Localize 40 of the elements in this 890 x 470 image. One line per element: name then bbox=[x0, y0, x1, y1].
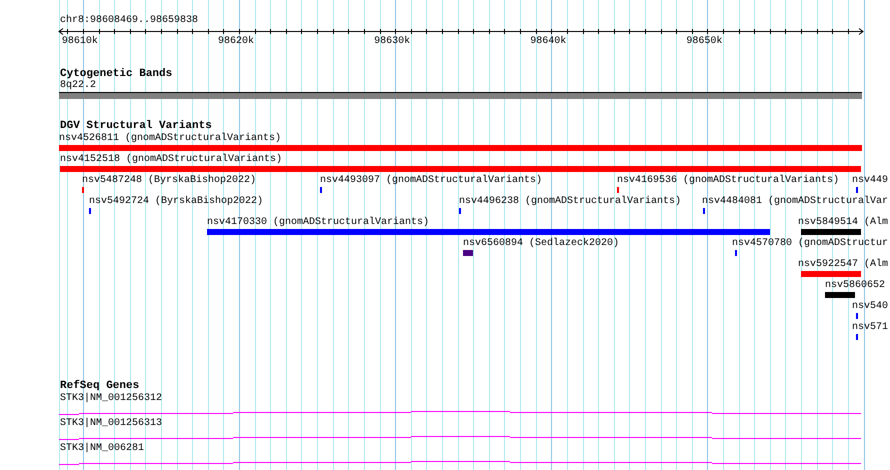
track-title: Cytogenetic Bands bbox=[60, 68, 172, 80]
variant-label: nsv4169536 (gnomADStructuralVariants) bbox=[617, 175, 840, 186]
track-title: RefSeq Genes bbox=[60, 380, 140, 392]
tick-label: 98640k bbox=[530, 36, 566, 47]
variant-bar[interactable] bbox=[825, 292, 855, 298]
gene-label: STK3|NM_006281 bbox=[60, 443, 144, 455]
region-label: chr8:98608469..98659838 bbox=[60, 14, 198, 26]
variant-label: nsv6560894 (Sedlazeck2020) bbox=[463, 238, 620, 249]
variant-bar[interactable] bbox=[207, 229, 770, 235]
variant-label: nsv4526811 (gnomADStructuralVariants) bbox=[59, 133, 282, 144]
variant-label: nsv5487248 (ByrskaBishop2022) bbox=[82, 175, 256, 186]
gene-label: STK3|NM_001256313 bbox=[60, 418, 162, 430]
variant-label: nsv4570780 (gnomADStructur bbox=[732, 238, 888, 249]
variant-label: nsv5860652 bbox=[825, 280, 886, 291]
gene-label: STK3|NM_001256312 bbox=[60, 393, 162, 405]
gene-line[interactable] bbox=[58, 411, 862, 415]
variant-label: nsv5492724 (ByrskaBishop2022) bbox=[89, 196, 264, 207]
variant-bar[interactable] bbox=[801, 271, 861, 277]
variant-label: nsv4170330 (gnomADStructuralVariants) bbox=[207, 217, 430, 228]
variant-label: nsv571 bbox=[852, 322, 888, 333]
variant-bar[interactable] bbox=[60, 166, 861, 172]
track-title: DGV Structural Variants bbox=[60, 120, 212, 132]
variant-bar[interactable] bbox=[59, 145, 862, 151]
variant-label: nsv4493097 (gnomADStructuralVariants) bbox=[320, 175, 542, 186]
tick-label: 98630k bbox=[374, 36, 410, 47]
gene-line[interactable] bbox=[58, 436, 862, 440]
tick-label: 98620k bbox=[218, 36, 254, 47]
tick-label: 98650k bbox=[686, 36, 722, 47]
variant-label: nsv4152518 (gnomADStructuralVariants) bbox=[60, 154, 282, 165]
variant-label: nsv449 bbox=[852, 175, 888, 186]
gene-line[interactable] bbox=[58, 461, 862, 465]
tick-label: 98610k bbox=[62, 36, 98, 47]
variant-bar[interactable] bbox=[463, 250, 473, 256]
variant-label: nsv5922547 (Alm bbox=[798, 259, 888, 270]
variant-label: nsv4496238 (gnomADStructuralVariants) bbox=[459, 196, 682, 207]
variant-label: nsv540 bbox=[852, 301, 888, 312]
variant-label: nsv4484081 (gnomADStructuralVar bbox=[702, 196, 888, 207]
variant-bar[interactable] bbox=[801, 229, 861, 235]
band-label: 8q22.2 bbox=[60, 80, 96, 92]
variant-label: nsv5849514 (Alm bbox=[798, 217, 888, 228]
